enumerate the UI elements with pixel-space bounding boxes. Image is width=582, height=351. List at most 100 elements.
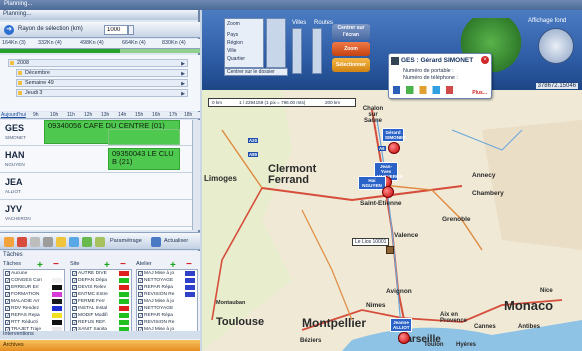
remove-icon[interactable]: − [53, 259, 59, 270]
list-item[interactable]: ✓ RTT Réducti [4, 319, 64, 326]
list-item[interactable]: ✓ ENTMC Entre [71, 291, 131, 298]
checkbox[interactable]: ✓ [72, 299, 77, 304]
checkbox[interactable]: ✓ [72, 285, 77, 290]
popup-action-icons[interactable] [393, 86, 453, 94]
scale-label[interactable]: 332Kn (4) [38, 40, 62, 46]
grid-icon[interactable] [151, 237, 161, 247]
select-button[interactable]: Sélectionner [332, 58, 370, 72]
list-item[interactable]: ✓ MAJ Mise à jo [137, 298, 197, 305]
refresh-icon[interactable] [4, 237, 14, 247]
date-year[interactable]: 2008 ▶ [8, 59, 188, 67]
technician-pin-label[interactable]: Gérard SIMONET [382, 128, 406, 142]
filter-list[interactable]: ✓ MAJ Mise à jo ✓ NETTOYAGE ✓ REPAR Répa ✓ R… [136, 269, 198, 339]
checkbox[interactable]: ✓ [138, 299, 143, 304]
technician-row[interactable]: JEA ALLIOT [0, 174, 200, 200]
zoom-level-region[interactable]: Région [227, 40, 243, 46]
folder-icon[interactable] [56, 237, 66, 247]
list-item[interactable]: ✓ REVISION Re [137, 291, 197, 298]
checkbox[interactable]: ✓ [138, 320, 143, 325]
task-marker-icon[interactable] [386, 246, 394, 254]
checkbox[interactable]: ✓ [72, 278, 77, 283]
center-on-file-option[interactable]: Centrer sur le dossier [224, 68, 288, 76]
list-item[interactable]: ✓ REPAS Repa [4, 312, 64, 319]
map-icon[interactable] [82, 237, 92, 247]
list-item[interactable]: ✓ FERME Ferr [71, 298, 131, 305]
checkbox[interactable]: ✓ [5, 313, 10, 318]
cities-slider[interactable] [292, 28, 302, 74]
scale-label[interactable]: 164Kn (3) [2, 40, 26, 46]
checkbox[interactable]: ✓ [72, 306, 77, 311]
technician-pin[interactable] [388, 142, 400, 154]
zoom-slider[interactable] [266, 18, 286, 68]
filter-list[interactable]: ✓ AUTRE DIVE ✓ DEPAN Dépa ✓ DEVIS Relev ✓ EN… [70, 269, 132, 339]
list-item[interactable]: ✓ RDV Rendez [4, 305, 64, 312]
technician-pin-label[interactable]: Hai NGUYEN [358, 176, 386, 190]
print-icon[interactable] [30, 237, 40, 247]
task-marker-label[interactable]: Le Lios 10001 [352, 238, 390, 246]
remove-icon[interactable]: − [186, 259, 192, 270]
checkbox[interactable]: ✓ [72, 271, 77, 276]
checkbox[interactable]: ✓ [138, 271, 143, 276]
roads-slider[interactable] [312, 28, 322, 74]
zoom-level-pays[interactable]: Pays [227, 32, 238, 38]
scale-label[interactable]: 664Kn (4) [122, 40, 146, 46]
settings-button[interactable]: Paramétrage [110, 238, 142, 244]
technician-pin[interactable] [398, 332, 410, 344]
checkbox[interactable]: ✓ [72, 313, 77, 318]
list-item[interactable]: ✓NETTOYAGE [137, 305, 197, 312]
date-day[interactable]: Jeudi 3 ▶ [16, 89, 188, 97]
radius-spinner[interactable] [128, 25, 134, 35]
settings-icon[interactable] [95, 237, 105, 247]
checkbox[interactable]: ✓ [138, 313, 143, 318]
list-item[interactable]: ✓ ERREUR Err [4, 284, 64, 291]
list-item[interactable]: ✓ CONGES Con [4, 277, 64, 284]
list-item[interactable]: ✓Aucune [4, 270, 64, 277]
checkbox[interactable]: ✓ [5, 299, 10, 304]
date-month[interactable]: Décembre ▶ [16, 69, 188, 77]
scale-label[interactable]: 498Kn (4) [80, 40, 104, 46]
checkbox[interactable]: ✓ [5, 306, 10, 311]
technician-row[interactable]: JYV VACHERON [0, 201, 200, 227]
checkbox[interactable]: ✓ [5, 278, 10, 283]
technician-pin[interactable] [382, 186, 394, 198]
checkbox[interactable]: ✓ [138, 278, 143, 283]
list-item[interactable]: ✓ REPAR Répa [137, 284, 197, 291]
checkbox[interactable]: ✓ [138, 292, 143, 297]
list-item[interactable]: ✓ REVISION Re [137, 319, 197, 326]
list-item[interactable]: ✓ FORMATION [4, 291, 64, 298]
list-item[interactable]: ✓AUTRE DIVE [71, 270, 131, 277]
task-block[interactable]: 09350043 LE CLU B (21) [108, 148, 180, 170]
list-item[interactable]: ✓ REFUS REF. [71, 319, 131, 326]
today-link[interactable]: Aujourd'hui [1, 112, 26, 118]
arrow-right-icon[interactable]: ➜ [4, 25, 14, 35]
list-item[interactable]: ✓ INSTAL Instal [71, 305, 131, 312]
list-item[interactable]: ✓ MODIF Modifi [71, 312, 131, 319]
refresh-button[interactable]: Actualiser [164, 238, 188, 244]
more-link[interactable]: Plus... [472, 90, 487, 96]
list-item[interactable]: ✓ MAJ Mise à jo [137, 270, 197, 277]
tools-icon[interactable] [43, 237, 53, 247]
checkbox[interactable]: ✓ [138, 285, 143, 290]
task-block-extension[interactable] [108, 129, 180, 145]
filter-list[interactable]: ✓ Aucune ✓ CONGES Con ✓ ERREUR Err ✓ FORMATI… [3, 269, 65, 339]
map-canvas[interactable]: 0 km 1 / 2294159 (1 pix = 796.00 mts) 20… [202, 90, 582, 351]
checkbox[interactable]: ✓ [5, 320, 10, 325]
list-item[interactable]: ✓ REPAR Répa [137, 312, 197, 319]
remove-icon[interactable]: − [120, 259, 126, 270]
technician-pin-label[interactable]: Jeanne ALLIOT [390, 318, 412, 332]
alert-icon[interactable] [17, 237, 27, 247]
checkbox[interactable]: ✓ [5, 271, 10, 276]
radius-input[interactable] [104, 25, 128, 35]
center-screen-button[interactable]: Centrer sur l'écran [332, 24, 370, 40]
date-week[interactable]: Semaine 49 ▶ [16, 79, 188, 87]
user-icon[interactable] [69, 237, 79, 247]
zoom-button[interactable]: Zoom [332, 42, 370, 56]
compass-navigation[interactable] [538, 28, 574, 64]
checkbox[interactable]: ✓ [138, 306, 143, 311]
zoom-level-quartier[interactable]: Quartier [227, 56, 245, 62]
scale-label[interactable]: 830Kn (4) [162, 40, 186, 46]
list-item[interactable]: ✓NETTOYAGE [137, 277, 197, 284]
list-item[interactable]: ✓ MALADIE Arr [4, 298, 64, 305]
list-item[interactable]: ✓ DEVIS Relev [71, 284, 131, 291]
close-icon[interactable]: × [481, 56, 489, 64]
